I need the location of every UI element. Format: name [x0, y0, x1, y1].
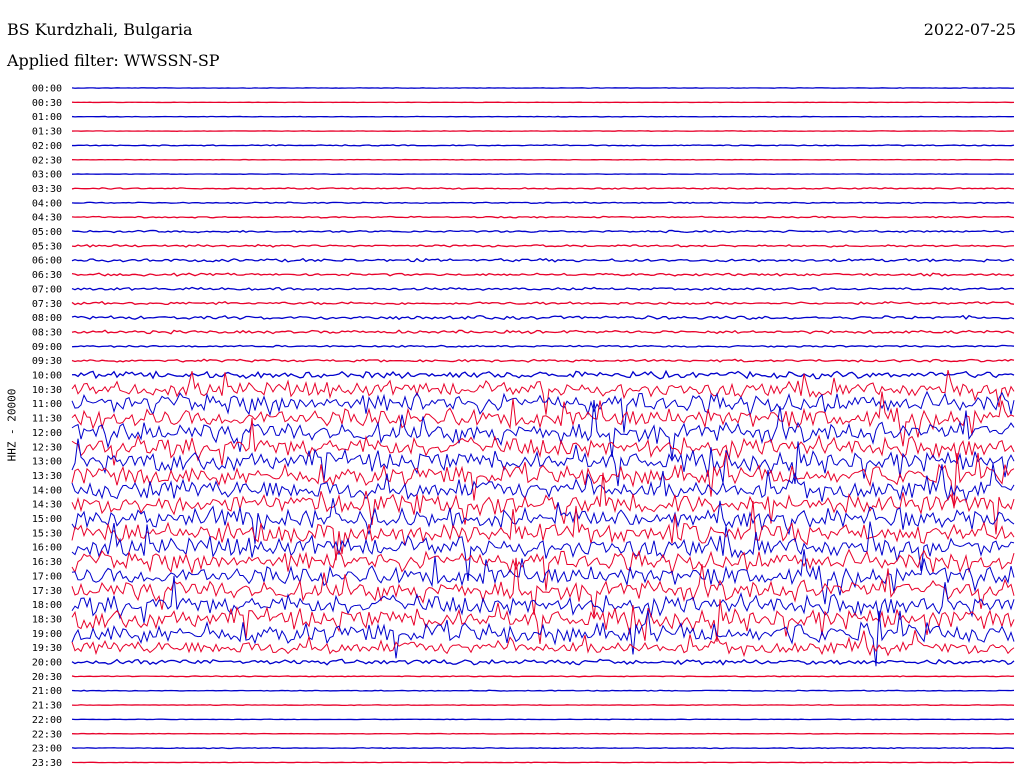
helicorder-chart: BS Kurdzhali, Bulgaria 2022-07-25 Applie…	[0, 0, 1024, 780]
row-time-label: 10:00	[32, 371, 62, 382]
trace-line	[71, 300, 1015, 306]
trace-line	[71, 130, 1015, 132]
trace-line	[71, 689, 1015, 692]
row-time-label: 06:00	[32, 256, 62, 267]
trace-line	[71, 201, 1015, 205]
trace-line	[71, 438, 1015, 487]
trace-line	[71, 229, 1015, 234]
trace-line	[71, 761, 1015, 764]
trace-line	[71, 704, 1015, 707]
trace-line	[71, 630, 1015, 658]
row-time-label: 11:00	[32, 399, 62, 410]
row-time-label: 02:30	[32, 155, 62, 166]
trace-line	[71, 658, 1015, 666]
row-time-label: 17:30	[32, 586, 62, 597]
row-time-label: 09:30	[32, 356, 62, 367]
trace-line	[71, 272, 1015, 277]
row-time-label: 22:00	[32, 715, 62, 726]
trace-line	[71, 115, 1015, 118]
row-time-label: 14:00	[32, 485, 62, 496]
row-time-label: 21:30	[32, 701, 62, 712]
row-time-label: 05:00	[32, 227, 62, 238]
row-time-label: 07:00	[32, 284, 62, 295]
row-time-label: 06:30	[32, 270, 62, 281]
trace-line	[71, 675, 1015, 678]
row-time-label: 19:00	[32, 629, 62, 640]
trace-line	[71, 746, 1015, 750]
trace-line	[71, 599, 1015, 644]
trace-line	[71, 369, 1015, 380]
trace-line	[71, 718, 1015, 721]
trace-line	[71, 243, 1015, 248]
trace-line	[71, 187, 1015, 190]
trace-line	[71, 314, 1015, 321]
row-time-label: 23:30	[32, 758, 62, 769]
trace-line	[71, 144, 1015, 147]
row-time-label: 08:30	[32, 327, 62, 338]
row-time-label: 11:30	[32, 414, 62, 425]
trace-line	[71, 390, 1015, 433]
row-time-label: 17:00	[32, 571, 62, 582]
trace-line	[71, 215, 1015, 219]
row-time-label: 05:30	[32, 241, 62, 252]
trace-line	[71, 257, 1015, 263]
row-time-label: 04:00	[32, 198, 62, 209]
row-time-label: 03:30	[32, 184, 62, 195]
trace-line	[71, 329, 1015, 335]
row-time-label: 18:30	[32, 614, 62, 625]
row-time-label: 00:30	[32, 98, 62, 109]
trace-line	[71, 87, 1015, 89]
trace-line	[71, 158, 1015, 161]
row-time-label: 03:00	[32, 170, 62, 181]
row-time-label: 14:30	[32, 500, 62, 511]
trace-line	[71, 358, 1015, 363]
row-time-label: 12:00	[32, 428, 62, 439]
trace-line	[71, 732, 1015, 735]
trace-line	[71, 344, 1015, 348]
trace-line	[71, 286, 1015, 291]
row-time-label: 20:00	[32, 658, 62, 669]
row-time-label: 01:30	[32, 127, 62, 138]
row-time-label: 07:30	[32, 299, 62, 310]
row-time-label: 21:00	[32, 686, 62, 697]
row-time-label: 22:30	[32, 729, 62, 740]
row-time-label: 15:00	[32, 514, 62, 525]
row-time-label: 00:00	[32, 84, 62, 95]
row-time-label: 20:30	[32, 672, 62, 683]
row-time-label: 15:30	[32, 528, 62, 539]
row-time-label: 10:30	[32, 385, 62, 396]
row-time-label: 04:30	[32, 213, 62, 224]
row-time-label: 13:30	[32, 471, 62, 482]
row-time-label: 02:00	[32, 141, 62, 152]
row-time-label: 01:00	[32, 112, 62, 123]
trace-line	[71, 472, 1015, 535]
row-time-label: 23:00	[32, 744, 62, 755]
seismogram-plot: 00:00 00:30 01:00 01:30 02:00 02:30 03:00 03:30…	[32, 84, 1015, 769]
row-time-label: 16:00	[32, 543, 62, 554]
trace-line	[71, 173, 1015, 176]
row-time-label: 09:00	[32, 342, 62, 353]
row-time-label: 12:30	[32, 442, 62, 453]
row-time-label: 16:30	[32, 557, 62, 568]
row-time-label: 13:00	[32, 457, 62, 468]
row-time-label: 08:00	[32, 313, 62, 324]
row-time-label: 19:30	[32, 643, 62, 654]
row-time-label: 18:00	[32, 600, 62, 611]
